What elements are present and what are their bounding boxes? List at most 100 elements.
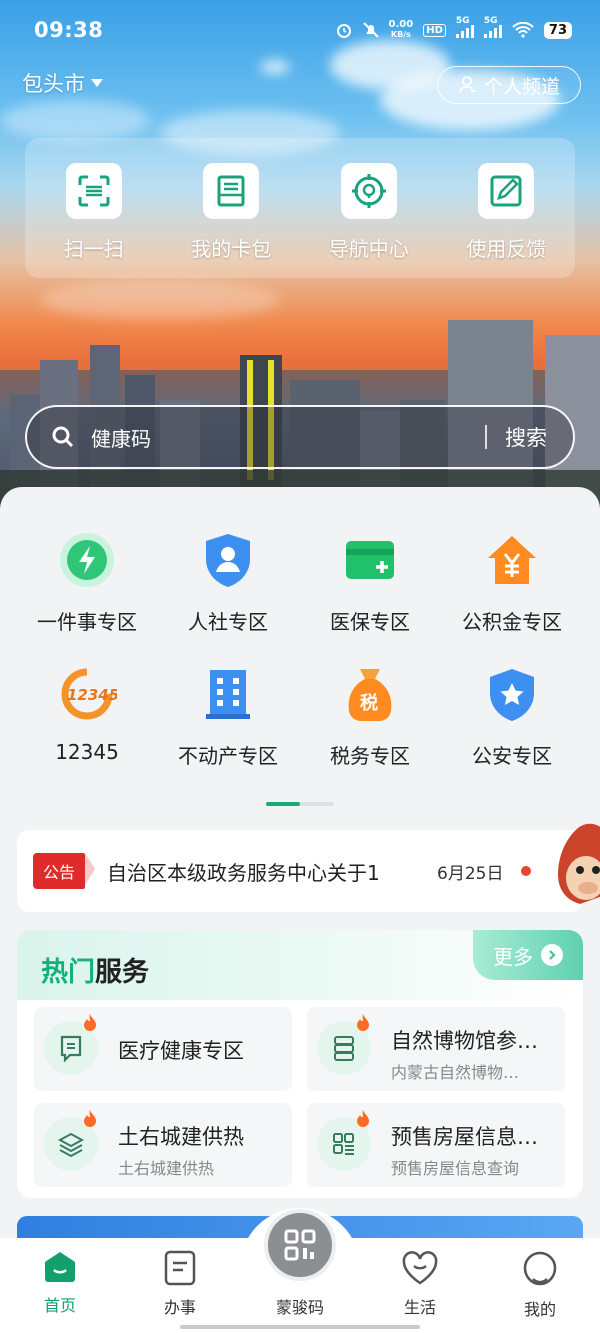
service-social-security[interactable]: 人社专区 <box>153 530 303 635</box>
heart-icon <box>402 1251 438 1285</box>
nav-label: 生活 <box>403 1298 436 1317</box>
service-tax[interactable]: 税 税务专区 <box>295 664 445 769</box>
hot-service-subtitle: 预售房屋信息查询 <box>391 1159 520 1178</box>
status-bar: 09:38 0.00 KB/s HD 5G 5G 73 <box>0 0 600 60</box>
service-label: 公安专区 <box>472 744 552 768</box>
service-one-thing[interactable]: 一件事专区 <box>12 530 162 635</box>
fire-icon <box>357 1014 369 1031</box>
status-time: 09:38 <box>34 18 104 42</box>
chevron-down-icon <box>91 79 103 87</box>
chat-doc-icon <box>60 1035 82 1063</box>
building-icon <box>206 670 250 719</box>
personal-channel-button[interactable]: 个人频道 <box>437 66 581 104</box>
signal-icon: 5G <box>455 16 474 38</box>
wallet-icon <box>217 175 245 207</box>
service-label: 不动产专区 <box>178 744 278 768</box>
search-icon <box>52 426 74 448</box>
hot-service-subtitle: 土右城建供热 <box>118 1159 215 1178</box>
hot-service-medical[interactable]: 医疗健康专区 <box>34 1007 292 1091</box>
home-indicator <box>180 1325 420 1329</box>
personal-channel-label: 个人频道 <box>483 75 560 98</box>
fire-icon <box>357 1110 369 1127</box>
hot-service-name: 自然博物馆参… <box>391 1029 538 1053</box>
hot-services-title: 热门服务 <box>41 957 149 988</box>
service-label: 12345 <box>55 740 119 764</box>
quick-action-label: 导航中心 <box>328 237 409 261</box>
fire-icon <box>84 1110 96 1127</box>
service-label: 税务专区 <box>330 744 410 768</box>
nav-qr-code-button[interactable] <box>264 1209 336 1281</box>
server-icon <box>334 1036 354 1061</box>
city-selector[interactable]: 包头市 <box>22 68 103 98</box>
search-button[interactable]: 搜索 <box>505 422 547 452</box>
qr-code-icon <box>284 1229 316 1261</box>
quick-action-scan[interactable]: 扫一扫 <box>34 163 154 278</box>
mute-icon <box>362 22 379 38</box>
service-housing-fund[interactable]: 公积金专区 <box>437 530 587 635</box>
announcement-bar[interactable]: 公告 自治区本级政务服务中心关于1 6月25日 <box>17 830 583 912</box>
house-yuan-icon <box>488 536 536 584</box>
quick-action-wallet[interactable]: 我的卡包 <box>171 163 291 278</box>
home-icon <box>45 1252 75 1282</box>
announcement-date: 6月25日 <box>437 863 504 884</box>
hotline-12345-icon: 12345 <box>61 668 117 720</box>
nav-life[interactable]: 生活 <box>375 1250 465 1318</box>
nav-label: 我的 <box>523 1300 556 1319</box>
quick-actions-panel: 扫一扫 我的卡包 导航中心 使用反馈 <box>25 138 575 278</box>
alarm-icon <box>336 24 351 38</box>
horse-mascot-icon[interactable] <box>548 818 600 918</box>
nav-affairs[interactable]: 办事 <box>135 1250 225 1318</box>
fire-icon <box>84 1014 96 1031</box>
service-label: 一件事专区 <box>37 610 137 634</box>
svg-text:税: 税 <box>360 692 378 714</box>
city-name: 包头市 <box>22 72 85 96</box>
tax-bag-icon: 税 <box>348 669 392 721</box>
more-button[interactable]: 更多 <box>473 930 583 980</box>
nav-home[interactable]: 首页 <box>15 1250 105 1316</box>
battery-indicator: 73 <box>543 21 572 39</box>
nav-label: 办事 <box>163 1298 196 1317</box>
search-bar[interactable]: 健康码 搜索 <box>25 405 575 469</box>
announcement-text: 自治区本级政务服务中心关于1 <box>107 860 380 885</box>
service-real-estate[interactable]: 不动产专区 <box>153 664 303 769</box>
quick-action-label: 我的卡包 <box>191 237 272 261</box>
medical-card-icon <box>346 541 394 579</box>
service-label: 公积金专区 <box>462 610 562 634</box>
user-face-icon <box>523 1251 557 1286</box>
hot-service-museum[interactable]: 自然博物馆参… 内蒙古自然博物… <box>307 1007 565 1091</box>
hd-icon: HD <box>423 23 446 37</box>
nav-mine[interactable]: 我的 <box>495 1250 585 1320</box>
wifi-icon <box>512 22 534 38</box>
hot-service-name: 医疗健康专区 <box>118 1039 244 1063</box>
quick-action-feedback[interactable]: 使用反馈 <box>446 163 566 278</box>
quick-action-navigation[interactable]: 导航中心 <box>309 163 429 278</box>
quick-action-label: 使用反馈 <box>466 237 547 261</box>
hot-services-card: 热门服务 更多 医疗健康专区 自然博物馆参… 内蒙古自然博物… 土右城建供热 土… <box>17 930 583 1198</box>
chevron-right-icon <box>541 944 563 966</box>
hot-service-heating[interactable]: 土右城建供热 土右城建供热 <box>34 1103 292 1187</box>
document-icon <box>164 1250 196 1286</box>
page-indicator-active <box>266 802 300 806</box>
search-input[interactable]: 健康码 <box>91 423 485 452</box>
service-label: 医保专区 <box>330 610 410 634</box>
police-badge-icon <box>490 669 534 721</box>
search-divider <box>485 425 487 449</box>
service-public-security[interactable]: 公安专区 <box>437 664 587 769</box>
scan-icon <box>78 175 110 207</box>
shield-person-icon <box>206 534 250 587</box>
announcement-badge: 公告 <box>33 853 96 889</box>
page-indicator <box>266 802 334 806</box>
service-medical-insurance[interactable]: 医保专区 <box>295 530 445 635</box>
nav-label: 首页 <box>43 1296 76 1315</box>
lightning-icon <box>60 533 114 587</box>
hot-service-subtitle: 内蒙古自然博物… <box>391 1063 520 1082</box>
hot-service-presale-housing[interactable]: 预售房屋信息… 预售房屋信息查询 <box>307 1103 565 1187</box>
location-icon <box>351 174 386 208</box>
quick-action-label: 扫一扫 <box>63 237 124 261</box>
hot-service-name: 预售房屋信息… <box>391 1125 538 1149</box>
service-12345-hotline[interactable]: 12345 12345 <box>12 664 162 764</box>
feedback-icon <box>490 175 522 207</box>
signal-icon: 5G <box>483 16 502 38</box>
user-icon <box>459 76 476 94</box>
hot-service-name: 土右城建供热 <box>118 1125 244 1149</box>
